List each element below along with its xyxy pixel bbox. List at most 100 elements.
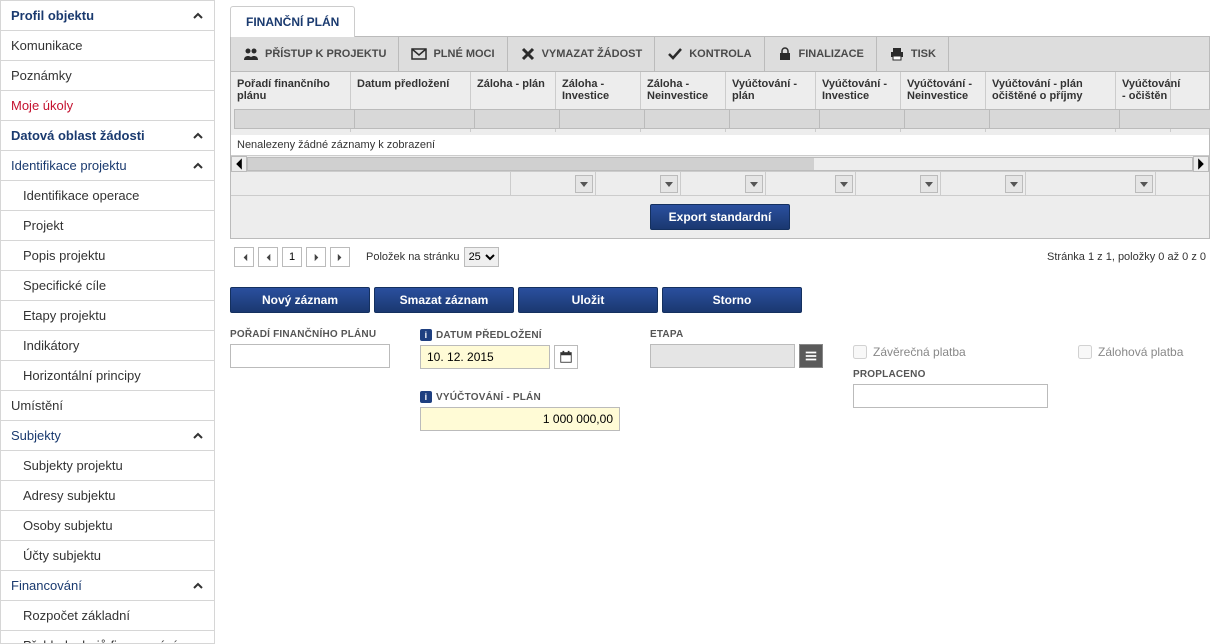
pager-next-icon[interactable] bbox=[306, 247, 326, 267]
action-button[interactable]: Smazat záznam bbox=[374, 287, 514, 313]
sidebar-item[interactable]: Profil objektu bbox=[1, 1, 214, 31]
summary-dropdown-icon[interactable] bbox=[660, 175, 678, 193]
column-header[interactable]: Vyúčtování - Neinvestice bbox=[901, 72, 986, 106]
sidebar: Profil objektuKomunikacePoznámkyMoje úko… bbox=[0, 0, 215, 644]
filter-input[interactable] bbox=[1119, 109, 1210, 129]
export-row: Export standardní bbox=[231, 195, 1209, 238]
pager-items-select[interactable]: 25 bbox=[464, 247, 499, 267]
export-button[interactable]: Export standardní bbox=[650, 204, 791, 230]
scroll-thumb[interactable] bbox=[248, 158, 814, 170]
vyuctovani-input[interactable] bbox=[420, 407, 620, 431]
etapa-input[interactable] bbox=[650, 344, 795, 368]
column-header[interactable]: Záloha - Investice bbox=[556, 72, 641, 106]
proplaceno-label: PROPLACENO bbox=[853, 369, 1048, 380]
info-icon: i bbox=[420, 329, 432, 341]
sidebar-item[interactable]: Datová oblast žádosti bbox=[1, 121, 214, 151]
lock-icon bbox=[777, 46, 793, 62]
pager: Položek na stránku 25 Stránka 1 z 1, pol… bbox=[230, 239, 1210, 275]
data-grid: Pořadí finančního plánuDatum předloženíZ… bbox=[230, 72, 1210, 239]
summary-dropdown-icon[interactable] bbox=[920, 175, 938, 193]
filter-cell bbox=[231, 106, 351, 132]
sidebar-item[interactable]: Subjekty bbox=[1, 421, 214, 451]
sidebar-item[interactable]: Komunikace bbox=[1, 31, 214, 61]
column-header[interactable]: Pořadí finančního plánu bbox=[231, 72, 351, 106]
poradi-label: POŘADÍ FINANČNÍHO PLÁNU bbox=[230, 329, 390, 340]
summary-dropdown-icon[interactable] bbox=[1135, 175, 1153, 193]
form: POŘADÍ FINANČNÍHO PLÁNU iDATUM PŘEDLOŽEN… bbox=[230, 329, 1210, 431]
sidebar-item[interactable]: Subjekty projektu bbox=[1, 451, 214, 481]
action-button[interactable]: Nový záznam bbox=[230, 287, 370, 313]
summary-dropdown-icon[interactable] bbox=[1005, 175, 1023, 193]
sidebar-item[interactable]: Osoby subjektu bbox=[1, 511, 214, 541]
vyuctovani-label: iVYÚČTOVÁNÍ - PLÁN bbox=[420, 391, 620, 403]
filter-cell bbox=[641, 106, 726, 132]
sidebar-item[interactable]: Projekt bbox=[1, 211, 214, 241]
pager-summary: Stránka 1 z 1, položky 0 až 0 z 0 bbox=[1047, 251, 1206, 263]
action-button[interactable]: Uložit bbox=[518, 287, 658, 313]
toolbar-button[interactable]: KONTROLA bbox=[655, 37, 764, 71]
filter-cell bbox=[471, 106, 556, 132]
chevron-up-icon bbox=[192, 580, 204, 592]
column-header[interactable]: Záloha - plán bbox=[471, 72, 556, 106]
list-icon[interactable] bbox=[799, 344, 823, 368]
datum-input[interactable] bbox=[420, 345, 550, 369]
filter-cell bbox=[986, 106, 1116, 132]
scroll-left-icon[interactable] bbox=[231, 156, 247, 172]
proplaceno-input[interactable] bbox=[853, 384, 1048, 408]
tab-financni-plan[interactable]: FINANČNÍ PLÁN bbox=[230, 6, 355, 37]
column-header[interactable]: Záloha - Neinvestice bbox=[641, 72, 726, 106]
column-header[interactable]: Vyúčtování - plán očištěné o příjmy bbox=[986, 72, 1116, 106]
sidebar-item[interactable]: Adresy subjektu bbox=[1, 481, 214, 511]
people-icon bbox=[243, 46, 259, 62]
sidebar-item[interactable]: Identifikace projektu bbox=[1, 151, 214, 181]
chevron-up-icon bbox=[192, 130, 204, 142]
sidebar-item[interactable]: Přehled zdrojů financování bbox=[1, 631, 214, 644]
sidebar-item[interactable]: Moje úkoly bbox=[1, 91, 214, 121]
check-icon bbox=[667, 46, 683, 62]
pager-prev-icon[interactable] bbox=[258, 247, 278, 267]
sidebar-item[interactable]: Identifikace operace bbox=[1, 181, 214, 211]
chevron-up-icon bbox=[192, 10, 204, 22]
toolbar-button[interactable]: FINALIZACE bbox=[765, 37, 877, 71]
summary-dropdown-icon[interactable] bbox=[575, 175, 593, 193]
etapa-label: ETAPA bbox=[650, 329, 823, 340]
pager-first-icon[interactable] bbox=[234, 247, 254, 267]
horizontal-scrollbar[interactable] bbox=[231, 155, 1209, 171]
toolbar-button[interactable]: PŘÍSTUP K PROJEKTU bbox=[231, 37, 399, 71]
main-content: FINANČNÍ PLÁN PŘÍSTUP K PROJEKTUPLNÉ MOC… bbox=[215, 0, 1210, 644]
info-icon: i bbox=[420, 391, 432, 403]
scroll-track[interactable] bbox=[247, 157, 1193, 171]
pager-page-input[interactable] bbox=[282, 247, 302, 267]
toolbar-button[interactable]: TISK bbox=[877, 37, 949, 71]
filter-cell bbox=[816, 106, 901, 132]
mail-icon bbox=[411, 46, 427, 62]
scroll-right-icon[interactable] bbox=[1193, 156, 1209, 172]
zalohova-checkbox[interactable]: Zálohová platba bbox=[1078, 345, 1183, 359]
column-header[interactable]: Vyúčtování - Investice bbox=[816, 72, 901, 106]
summary-dropdown-icon[interactable] bbox=[835, 175, 853, 193]
column-header[interactable]: Datum předložení bbox=[351, 72, 471, 106]
sidebar-item[interactable]: Financování bbox=[1, 571, 214, 601]
zaverecna-checkbox[interactable]: Závěrečná platba bbox=[853, 345, 1048, 359]
sidebar-item[interactable]: Účty subjektu bbox=[1, 541, 214, 571]
x-icon bbox=[520, 46, 536, 62]
column-header[interactable]: Vyúčtování - plán bbox=[726, 72, 816, 106]
sidebar-item[interactable]: Rozpočet základní bbox=[1, 601, 214, 631]
sidebar-item[interactable]: Umístění bbox=[1, 391, 214, 421]
action-button[interactable]: Storno bbox=[662, 287, 802, 313]
toolbar-button[interactable]: VYMAZAT ŽÁDOST bbox=[508, 37, 656, 71]
summary-dropdown-icon[interactable] bbox=[745, 175, 763, 193]
sidebar-item[interactable]: Poznámky bbox=[1, 61, 214, 91]
sidebar-item[interactable]: Popis projektu bbox=[1, 241, 214, 271]
sidebar-item[interactable]: Indikátory bbox=[1, 331, 214, 361]
sidebar-item[interactable]: Etapy projektu bbox=[1, 301, 214, 331]
sidebar-item[interactable]: Horizontální principy bbox=[1, 361, 214, 391]
sidebar-item[interactable]: Specifické cíle bbox=[1, 271, 214, 301]
datum-label: iDATUM PŘEDLOŽENÍ bbox=[420, 329, 620, 341]
poradi-input[interactable] bbox=[230, 344, 390, 368]
pager-last-icon[interactable] bbox=[330, 247, 350, 267]
column-header[interactable]: Vyúčtování - očištěn bbox=[1116, 72, 1171, 106]
toolbar-button[interactable]: PLNÉ MOCI bbox=[399, 37, 507, 71]
print-icon bbox=[889, 46, 905, 62]
calendar-icon[interactable] bbox=[554, 345, 578, 369]
